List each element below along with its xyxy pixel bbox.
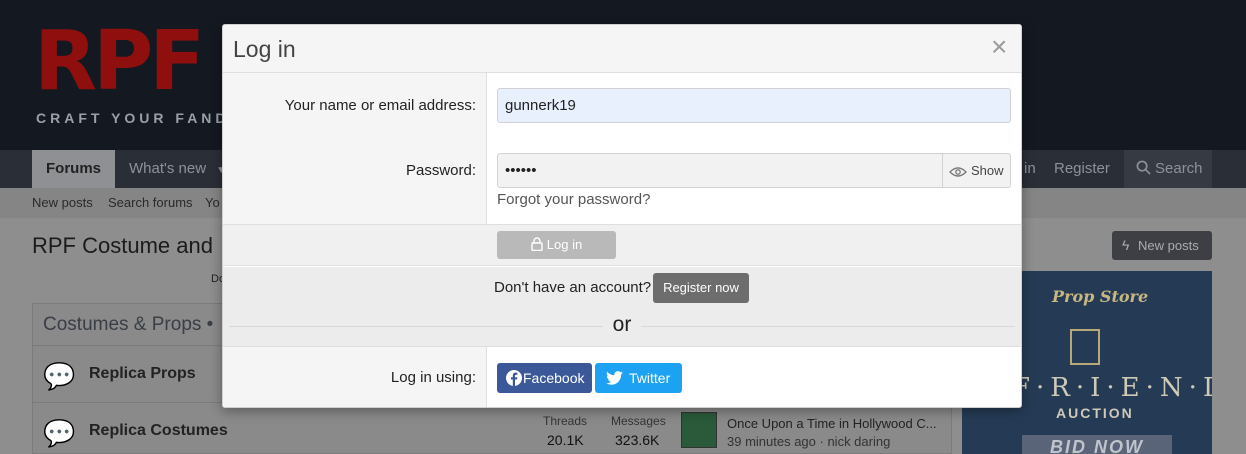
twitter-login-button[interactable]: Twitter <box>595 363 682 393</box>
social-label-column: Log in using: <box>223 347 487 407</box>
ad-subtitle: AUCTION <box>1056 405 1134 421</box>
site-logo[interactable]: RPF <box>34 14 234 109</box>
ad-cta: BID NOW <box>1022 435 1172 454</box>
lock-icon <box>531 237 543 251</box>
logo-text: RPF <box>34 14 205 109</box>
ad-emblem <box>1070 329 1100 365</box>
show-password-label: Show <box>971 163 1004 178</box>
messages-count: 323.6K <box>615 432 660 448</box>
site-tagline: CRAFT YOUR FAND <box>36 110 230 126</box>
new-posts-button[interactable]: ϟ New posts <box>1112 231 1212 260</box>
name-label: Your name or email address: <box>284 97 476 114</box>
nav-register-link[interactable]: Register <box>1054 150 1110 188</box>
latest-thread-title[interactable]: Once Upon a Time in Hollywood C... <box>727 416 937 431</box>
register-row: Don't have an account? Register now or <box>223 267 1021 347</box>
subnav-new-posts[interactable]: New posts <box>32 195 93 210</box>
nav-tab-forums[interactable]: Forums <box>32 150 116 188</box>
modal-title: Log in <box>233 36 296 62</box>
nav-login-link[interactable]: in <box>1024 150 1036 188</box>
search-icon <box>1136 160 1151 175</box>
chat-bubbles-icon: 💬 <box>43 418 76 448</box>
register-now-button[interactable]: Register now <box>653 273 749 303</box>
node-title[interactable]: Replica Props <box>89 365 196 383</box>
show-password-button[interactable]: Show <box>942 153 1011 188</box>
nav-tab-whats-new-label: What's new <box>129 160 207 177</box>
modal-header: Log in × <box>223 25 1021 73</box>
ad-title: F·R·I·E·N·D·S <box>1012 373 1212 403</box>
ad-brand: Prop Store <box>1052 287 1149 306</box>
new-posts-label: New posts <box>1138 238 1199 253</box>
forum-node-row[interactable]: 💬 Replica Costumes Threads 20.1K Message… <box>33 404 953 454</box>
name-email-input[interactable] <box>497 88 1011 123</box>
forgot-password-link[interactable]: Forgot your password? <box>497 191 650 208</box>
or-text: or <box>603 313 641 337</box>
submit-row: Log in <box>223 224 1021 266</box>
nav-search-button[interactable]: Search <box>1124 150 1212 188</box>
login-button-label: Log in <box>546 237 583 252</box>
avatar[interactable] <box>681 412 717 448</box>
login-button[interactable]: Log in <box>497 231 616 259</box>
chat-bubbles-icon: 💬 <box>43 361 76 391</box>
threads-label: Threads <box>543 414 588 428</box>
eye-icon <box>949 166 967 177</box>
password-label: Password: <box>405 162 476 179</box>
register-question: Don't have an account? <box>494 279 652 296</box>
page-title: RPF Costume and <box>32 233 213 258</box>
close-icon[interactable]: × <box>991 31 1007 63</box>
subnav-search-forums[interactable]: Search forums <box>108 195 193 210</box>
node-title[interactable]: Replica Costumes <box>89 422 228 440</box>
messages-label: Messages <box>611 414 666 428</box>
latest-thread-meta: 39 minutes ago · nick daring <box>727 434 891 449</box>
twitter-label: Twitter <box>629 370 671 386</box>
facebook-login-button[interactable]: Facebook <box>497 363 592 393</box>
facebook-label: Facebook <box>523 370 585 386</box>
password-input[interactable] <box>497 153 942 188</box>
subnav-item-partial[interactable]: Yo <box>205 195 220 210</box>
login-modal: Log in × Your name or email address: Pas… <box>222 24 1022 408</box>
threads-count: 20.1K <box>547 432 584 448</box>
nav-search-label: Search <box>1155 160 1203 177</box>
facebook-icon <box>506 370 522 386</box>
twitter-icon <box>606 371 623 385</box>
bolt-icon: ϟ <box>1122 237 1130 253</box>
form-label-column: Your name or email address: Password: <box>223 73 487 225</box>
social-login-label: Log in using: <box>390 369 476 386</box>
